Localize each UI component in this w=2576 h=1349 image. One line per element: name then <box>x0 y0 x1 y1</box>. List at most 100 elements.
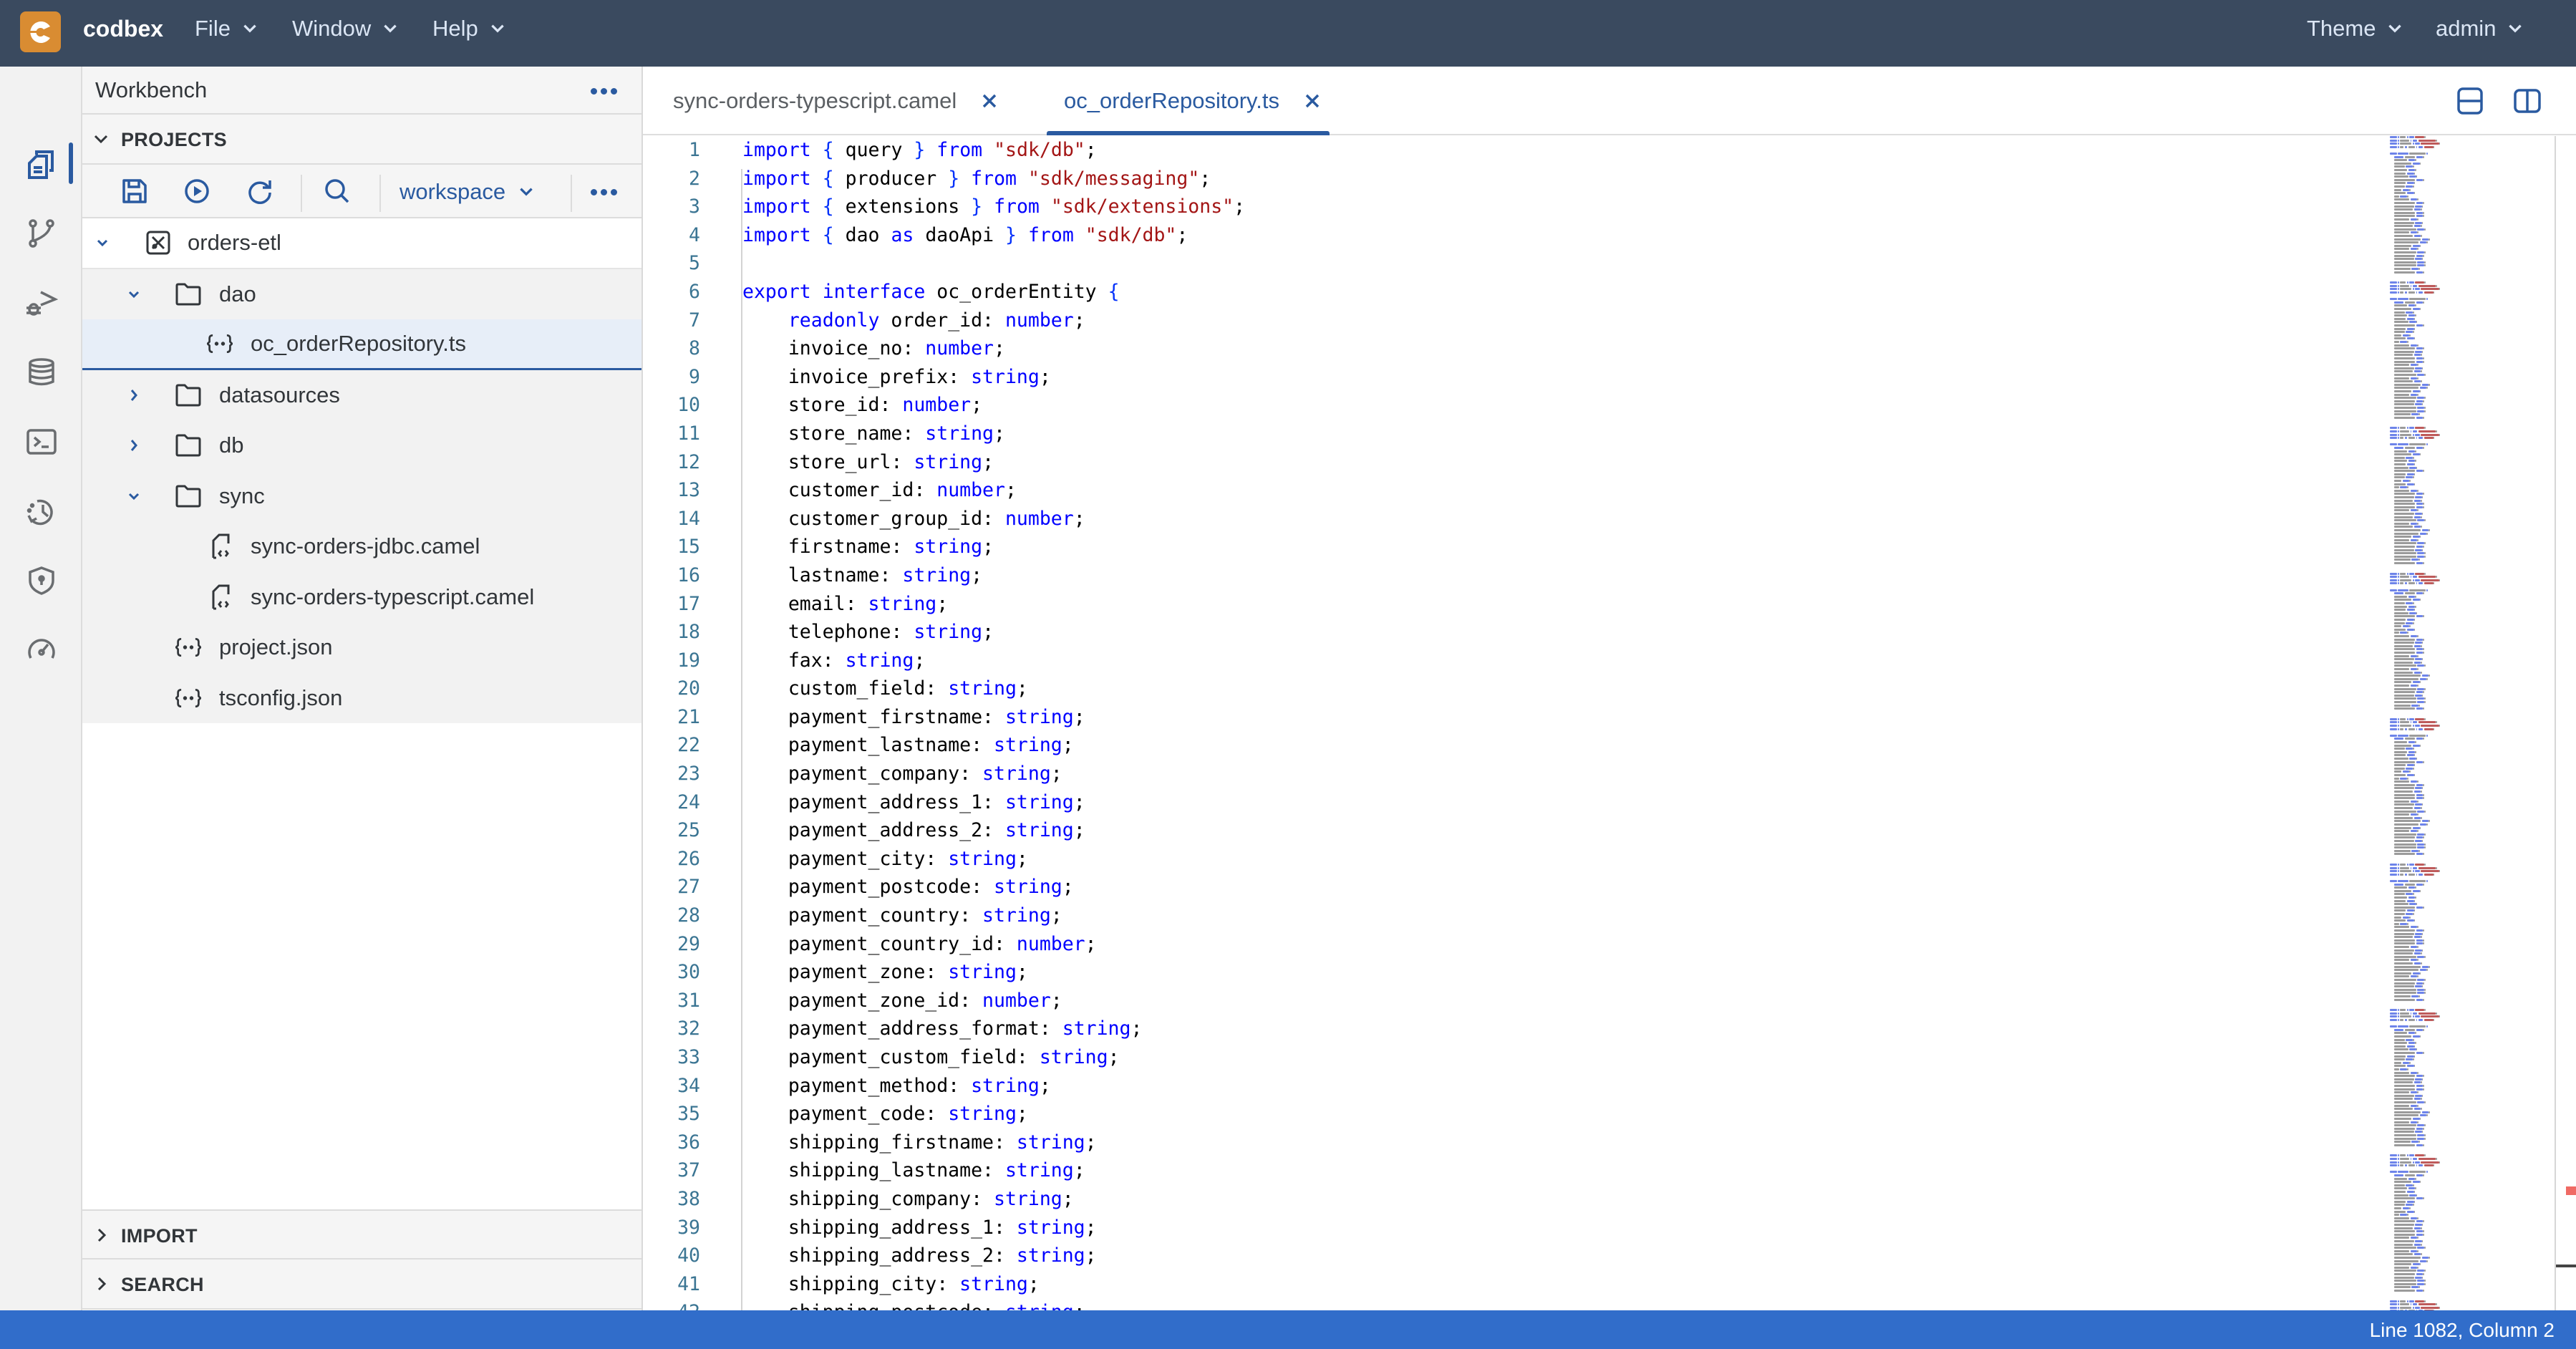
chevron-down-icon[interactable] <box>125 488 142 505</box>
projects-more-button[interactable] <box>589 178 618 206</box>
code-line[interactable]: 30 payment_zone: string; <box>643 958 2361 987</box>
minimap-line <box>2413 235 2421 237</box>
code-line[interactable]: 34 payment_method: string; <box>643 1072 2361 1101</box>
code-line[interactable]: 38 shipping_company: string; <box>643 1185 2361 1214</box>
code-line[interactable]: 37 shipping_lastname: string; <box>643 1156 2361 1185</box>
tree-item-datasources[interactable]: datasources <box>82 369 641 420</box>
projects-section-header[interactable]: PROJECTS <box>82 115 641 165</box>
tree-item-sync-orders-jdbc[interactable]: sync-orders-jdbc.camel <box>82 521 641 572</box>
code-line[interactable]: 27 payment_postcode: string; <box>643 873 2361 901</box>
code-line[interactable]: 8 invoice_no: number; <box>643 334 2361 363</box>
tree-item-sync[interactable]: sync <box>82 470 641 521</box>
code-line[interactable]: 36 shipping_firstname: string; <box>643 1128 2361 1157</box>
code-line[interactable]: 15 firstname: string; <box>643 533 2361 561</box>
code-line[interactable]: 42 shipping_postcode: string; <box>643 1298 2361 1310</box>
code-line[interactable]: 25 payment_address_2: string; <box>643 816 2361 845</box>
search-button[interactable] <box>321 175 354 208</box>
code-line[interactable]: 5 <box>643 249 2361 278</box>
code-line[interactable]: 28 payment_country: string; <box>643 901 2361 930</box>
workspace-select[interactable]: workspace <box>400 176 536 208</box>
minimap-line <box>2390 1012 2397 1015</box>
code-line[interactable]: 21 payment_firstname: string; <box>643 703 2361 732</box>
refresh-button[interactable] <box>243 175 276 208</box>
code-line[interactable]: 16 lastname: string; <box>643 561 2361 590</box>
code-line[interactable]: 23 payment_company: string; <box>643 760 2361 788</box>
theme-menu[interactable]: Theme <box>2307 16 2404 42</box>
code-line[interactable]: 24 payment_address_1: string; <box>643 788 2361 817</box>
code-line[interactable]: 1 import { query } from "sdk/db"; <box>643 136 2361 165</box>
error-marker[interactable] <box>2566 1186 2576 1195</box>
code-line[interactable]: 20 custom_field: string; <box>643 674 2361 703</box>
tree-item-db[interactable]: db <box>82 420 641 471</box>
code-line[interactable]: 2 import { producer } from "sdk/messaging… <box>643 165 2361 193</box>
chevron-right-icon[interactable] <box>125 387 142 404</box>
tree-item-dao[interactable]: dao <box>82 269 641 319</box>
code-line[interactable]: 26 payment_city: string; <box>643 845 2361 874</box>
menu-window[interactable]: Window <box>292 16 400 42</box>
code-line[interactable]: 14 customer_group_id: number; <box>643 505 2361 533</box>
tab-oc-orderrepository[interactable]: oc_orderRepository.ts <box>1047 67 1330 135</box>
tab-sync-orders-typescript[interactable]: sync-orders-typescript.camel <box>673 67 998 135</box>
minimap-line <box>2421 725 2439 727</box>
code-line[interactable]: 31 payment_zone_id: number; <box>643 987 2361 1015</box>
code-line[interactable]: 13 customer_id: number; <box>643 476 2361 505</box>
tree-item-oc-orderrepository[interactable]: oc_orderRepository.ts <box>82 319 641 370</box>
code-line[interactable]: 7 readonly order_id: number; <box>643 306 2361 335</box>
tree-item-sync-orders-typescript[interactable]: sync-orders-typescript.camel <box>82 571 641 622</box>
chevron-right-icon[interactable] <box>125 437 142 454</box>
code-line[interactable]: 10 store_id: number; <box>643 391 2361 420</box>
codbex-logo-icon[interactable] <box>20 11 61 52</box>
code-editor[interactable]: 1 import { query } from "sdk/db"; 2 import … <box>643 136 2576 1310</box>
code-line[interactable]: 4 import { dao as daoApi } from "sdk/db"; <box>643 221 2361 250</box>
activity-workbench[interactable] <box>21 144 62 184</box>
save-button[interactable] <box>118 175 151 208</box>
tree-item-project-json[interactable]: project.json <box>82 622 641 673</box>
menu-file[interactable]: File <box>195 16 259 42</box>
activity-database[interactable] <box>21 352 62 392</box>
minimap-line <box>2409 734 2426 737</box>
search-section-header[interactable]: SEARCH <box>82 1259 641 1310</box>
split-horizontal-icon[interactable] <box>2456 87 2484 115</box>
import-section-header[interactable]: IMPORT <box>82 1209 641 1259</box>
activity-git[interactable] <box>21 213 62 253</box>
code-line[interactable]: 3 import { extensions } from "sdk/extensi… <box>643 193 2361 221</box>
user-menu[interactable]: admin <box>2436 16 2524 42</box>
code-line[interactable]: 11 store_name: string; <box>643 420 2361 448</box>
publish-button[interactable] <box>180 175 213 208</box>
minimap-line <box>2400 1019 2404 1021</box>
activity-history[interactable] <box>21 491 62 531</box>
code-line[interactable]: 6 export interface oc_orderEntity { <box>643 278 2361 306</box>
activity-debugger[interactable] <box>21 283 62 323</box>
code-line[interactable]: 9 invoice_prefix: string; <box>643 363 2361 392</box>
split-vertical-icon[interactable] <box>2513 87 2542 115</box>
code-line[interactable]: 40 shipping_address_2: string; <box>643 1242 2361 1270</box>
activity-terminal[interactable] <box>21 422 62 462</box>
code-line[interactable]: 22 payment_lastname: string; <box>643 731 2361 760</box>
chevron-down-icon[interactable] <box>94 234 111 251</box>
minimap-line <box>2417 701 2424 703</box>
line-number: 25 <box>677 819 700 842</box>
activity-security[interactable] <box>21 561 62 601</box>
tree-item-orders-etl[interactable]: orders-etl <box>82 218 641 269</box>
close-icon[interactable] <box>981 92 998 110</box>
code-line[interactable]: 41 shipping_city: string; <box>643 1270 2361 1299</box>
code-line[interactable]: 12 store_url: string; <box>643 448 2361 477</box>
code-line[interactable]: 18 telephone: string; <box>643 618 2361 647</box>
minimap[interactable] <box>2387 136 2523 1310</box>
code-line[interactable]: 33 payment_custom_field: string; <box>643 1043 2361 1072</box>
code-line[interactable]: 35 payment_code: string; <box>643 1100 2361 1128</box>
workbench-more-button[interactable] <box>589 77 618 105</box>
code-line[interactable]: 19 fax: string; <box>643 647 2361 675</box>
code-line[interactable]: 29 payment_country_id: number; <box>643 930 2361 959</box>
tree-item-tsconfig-json[interactable]: tsconfig.json <box>82 672 641 723</box>
code-lines[interactable]: 1 import { query } from "sdk/db"; 2 import … <box>643 136 2361 1310</box>
code-line[interactable]: 32 payment_address_format: string; <box>643 1015 2361 1043</box>
menu-help[interactable]: Help <box>432 16 507 42</box>
code-line[interactable]: 17 email: string; <box>643 590 2361 619</box>
chevron-down-icon[interactable] <box>125 286 142 303</box>
close-icon[interactable] <box>1304 92 1321 110</box>
activity-operations[interactable] <box>21 630 62 670</box>
vertical-scrollbar[interactable] <box>2555 136 2556 1310</box>
code-line[interactable]: 39 shipping_address_1: string; <box>643 1214 2361 1242</box>
minimap-line <box>2423 982 2424 985</box>
